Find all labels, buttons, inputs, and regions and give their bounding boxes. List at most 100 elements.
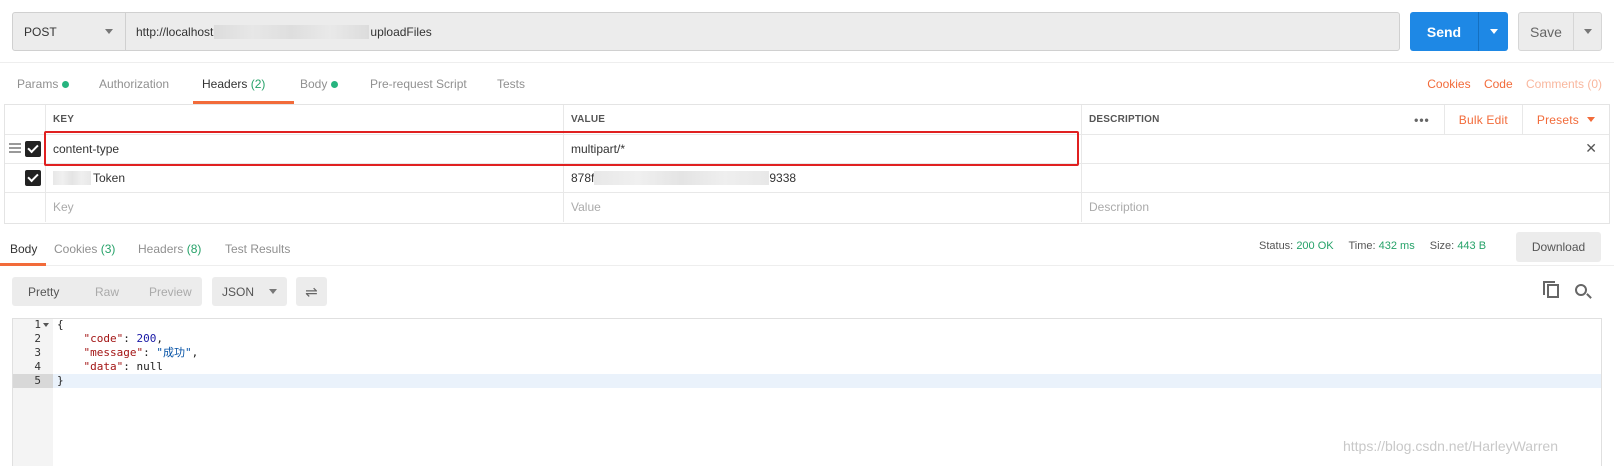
save-button[interactable]: Save: [1518, 12, 1602, 51]
header-value-input[interactable]: 878f 9338: [563, 163, 1081, 192]
new-description-input[interactable]: Description: [1081, 192, 1609, 222]
row-checkbox[interactable]: [25, 141, 41, 157]
active-tab-indicator: [0, 263, 46, 266]
header-value-prefix: 878f: [571, 170, 595, 185]
line-number: 2: [34, 332, 41, 345]
header-description-input[interactable]: ✕: [1081, 134, 1609, 163]
comments-link[interactable]: Comments (0): [1526, 77, 1602, 91]
tab-test-results[interactable]: Test Results: [225, 242, 290, 256]
language-select[interactable]: JSON: [212, 277, 287, 306]
tab-label: Headers: [202, 77, 248, 91]
table-row: Token 878f 9338: [5, 163, 1609, 193]
url-suffix: uploadFiles: [370, 24, 432, 39]
tab-label: Params: [17, 77, 59, 91]
header-key-input[interactable]: Token: [45, 163, 563, 192]
json-value: "成功": [156, 346, 192, 359]
tab-body[interactable]: Body: [300, 77, 339, 91]
header-key-text: Token: [93, 170, 126, 185]
code-text: "data": null: [83, 360, 164, 373]
wrap-lines-button[interactable]: ⇌: [296, 277, 327, 306]
drag-handle-icon[interactable]: [9, 143, 21, 153]
column-description: DESCRIPTION ••• Bulk Edit Presets: [1081, 105, 1609, 134]
request-right-links: Cookies Code Comments (0): [1417, 77, 1602, 91]
tab-pre-request-script[interactable]: Pre-request Script: [370, 77, 467, 91]
size-value: 443 B: [1457, 240, 1487, 252]
send-label: Send: [1426, 23, 1462, 40]
code-text: {: [57, 318, 64, 332]
header-value-suffix: 9338: [769, 170, 797, 185]
method-label: POST: [24, 24, 57, 39]
more-options-icon[interactable]: •••: [1414, 113, 1430, 127]
status-dot-icon: [62, 81, 70, 89]
code-link[interactable]: Code: [1484, 77, 1513, 91]
code-line-current: 5 }: [13, 374, 1601, 388]
column-key: KEY: [45, 105, 563, 134]
status-value: 200 OK: [1296, 240, 1334, 252]
tab-label: Cookies: [54, 242, 98, 256]
request-tabs: Params Authorization Headers (2) Body Pr…: [0, 62, 1614, 104]
status-dot-icon: [331, 81, 339, 89]
json-value: 200: [136, 332, 157, 345]
search-icon[interactable]: [1575, 284, 1587, 296]
presets-dropdown[interactable]: Presets: [1521, 105, 1609, 134]
cookies-link[interactable]: Cookies: [1427, 77, 1470, 91]
chevron-down-icon: [1587, 117, 1595, 122]
bulk-edit-link[interactable]: Bulk Edit: [1443, 105, 1522, 134]
copy-icon[interactable]: [1543, 281, 1559, 298]
tab-label: Authorization: [99, 77, 170, 91]
tab-label: Headers: [138, 242, 184, 256]
json-key: "code": [83, 332, 124, 345]
line-number: 5: [13, 374, 53, 388]
method-select[interactable]: POST: [13, 13, 126, 50]
url-input[interactable]: http://localhost uploadFiles: [126, 13, 1399, 50]
tab-label: Test Results: [225, 242, 291, 256]
watermark: https://blog.csdn.net/HarleyWarren: [1342, 438, 1558, 454]
format-toggle: Pretty Raw Preview: [12, 277, 202, 306]
code-text: "code": 200,: [83, 332, 164, 345]
url-prefix: http://localhost: [136, 24, 214, 39]
preview-button[interactable]: Preview: [139, 277, 202, 306]
fold-arrow-icon[interactable]: [43, 323, 49, 327]
json-value: null: [136, 360, 164, 373]
header-key-input[interactable]: content-type: [45, 134, 563, 163]
table-row: content-type multipart/* ✕: [5, 134, 1609, 164]
status-label: Status:: [1259, 240, 1294, 252]
tab-label: Tests: [497, 77, 526, 91]
save-dropdown[interactable]: [1573, 13, 1601, 50]
tab-response-body[interactable]: Body: [10, 242, 37, 256]
tab-tests[interactable]: Tests: [497, 77, 525, 91]
send-dropdown[interactable]: [1478, 12, 1508, 51]
code-text: }: [57, 374, 64, 388]
line-number: 3: [34, 346, 41, 359]
redacted-value-segment: [594, 170, 770, 185]
header-description-input[interactable]: [1081, 163, 1609, 192]
raw-button[interactable]: Raw: [75, 277, 138, 306]
tab-headers[interactable]: Headers (2): [202, 77, 265, 91]
json-brace: {: [57, 318, 64, 331]
tab-label: Body: [300, 77, 328, 91]
new-value-input[interactable]: Value: [563, 192, 1081, 222]
tab-authorization[interactable]: Authorization: [99, 77, 169, 91]
chevron-down-icon: [269, 289, 277, 294]
tab-response-cookies[interactable]: Cookies (3): [54, 242, 115, 256]
table-actions: ••• Bulk Edit Presets: [1414, 105, 1609, 134]
close-icon[interactable]: ✕: [1585, 140, 1597, 157]
download-button[interactable]: Download: [1516, 232, 1601, 262]
request-bar: POST http://localhost uploadFiles: [12, 12, 1400, 51]
code-line: 1 {: [13, 318, 1601, 332]
new-key-input[interactable]: Key: [45, 192, 563, 222]
code-line: 2 "code": 200,: [13, 332, 1601, 346]
redacted-url-segment: [214, 24, 370, 39]
header-value-input[interactable]: multipart/*: [563, 134, 1081, 163]
tab-response-headers[interactable]: Headers (8): [138, 242, 201, 256]
table-row-new: Key Value Description: [5, 192, 1609, 222]
pretty-button[interactable]: Pretty: [12, 277, 75, 306]
line-number: 4: [34, 360, 41, 373]
code-line: 4 "data": null: [13, 360, 1601, 374]
code-line: 3 "message": "成功",: [13, 346, 1601, 360]
tab-count: (2): [250, 77, 266, 91]
row-checkbox[interactable]: [25, 170, 41, 186]
response-status: Status: 200 OK Time: 432 ms Size: 443 B: [1259, 240, 1498, 252]
tab-params[interactable]: Params: [17, 77, 70, 91]
send-button[interactable]: Send: [1410, 12, 1508, 51]
